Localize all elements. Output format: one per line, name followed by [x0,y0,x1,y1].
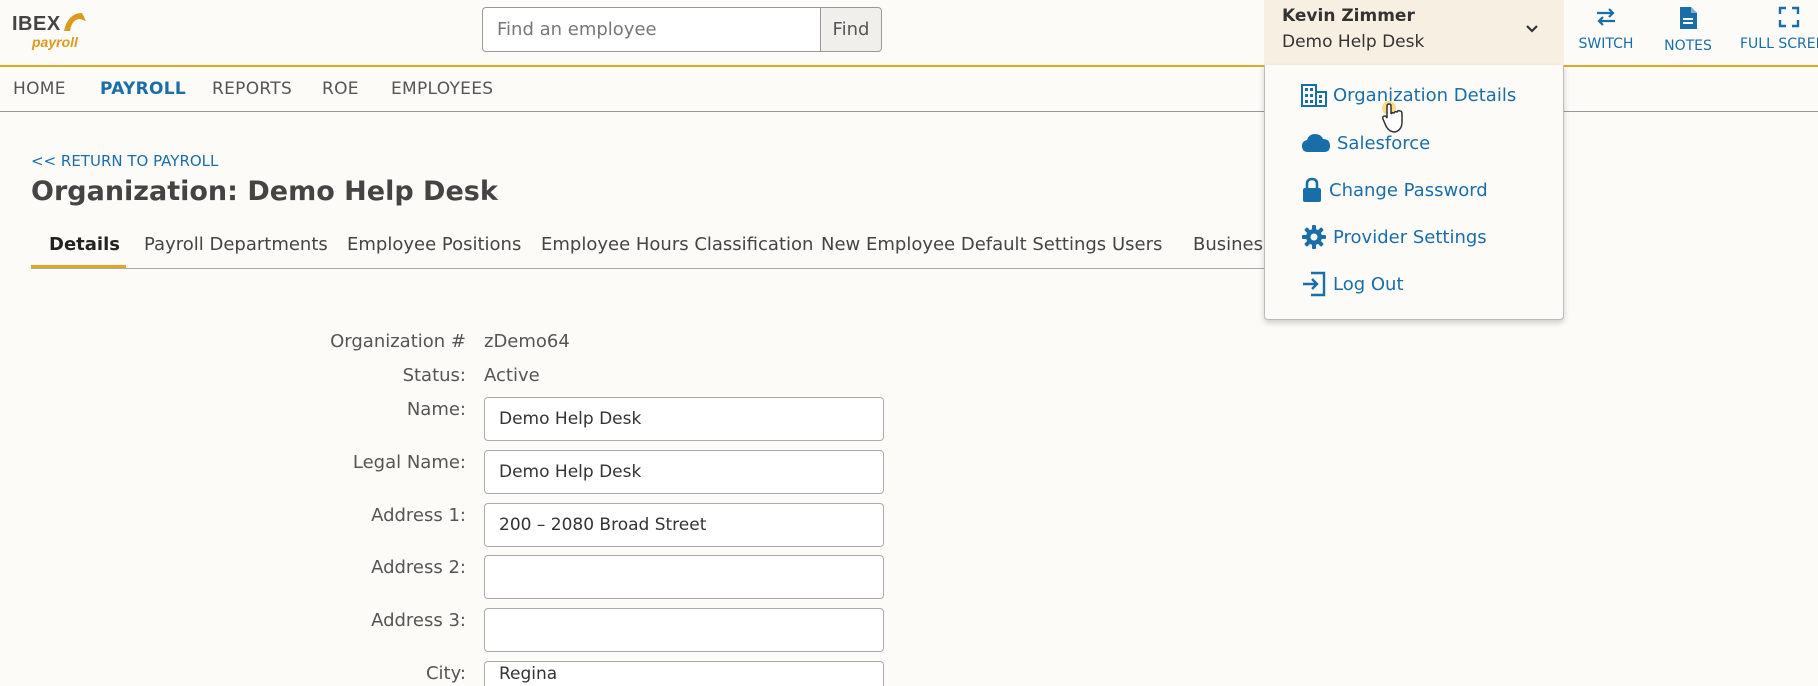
return-to-payroll-link[interactable]: << RETURN TO PAYROLL [31,152,218,170]
logo-brand: IBEX [12,13,61,35]
top-header: IBEX payroll Find Kevin Zimmer Demo Help… [0,0,1818,67]
address3-label: Address 3: [371,610,466,631]
org-number-label: Organization # [330,331,466,352]
menu-item-provider-settings[interactable]: Provider Settings [1301,222,1487,252]
chevron-down-icon [1526,25,1538,33]
org-number-value: zDemo64 [484,331,570,352]
find-button[interactable]: Find [820,7,882,52]
user-organization: Demo Help Desk [1282,32,1425,52]
hand-pointer-cursor-icon [1382,101,1403,133]
address1-input[interactable] [484,503,884,547]
legal-name-input[interactable] [484,450,884,494]
menu-item-label: Log Out [1333,273,1404,295]
city-input[interactable] [484,661,884,686]
tab-new-employee-default-settings[interactable]: New Employee Default Settings [821,234,1106,255]
fullscreen-icon [1778,6,1800,28]
status-value: Active [484,365,540,386]
full-screen-label: FULL SCREEN [1740,36,1818,52]
switch-button[interactable]: SWITCH [1578,6,1634,52]
ibex-payroll-logo[interactable]: IBEX payroll [12,9,86,53]
menu-item-log-out[interactable]: Log Out [1301,269,1404,299]
document-icon [1680,7,1697,29]
address3-input[interactable] [484,608,884,652]
organization-tabs: Details Payroll Departments Employee Pos… [31,225,1271,269]
page-title: Organization: Demo Help Desk [31,176,498,207]
switch-label: SWITCH [1578,36,1634,52]
address1-label: Address 1: [371,505,466,526]
menu-item-label: Provider Settings [1333,226,1487,248]
nav-employees[interactable]: EMPLOYEES [391,79,493,99]
address2-label: Address 2: [371,557,466,578]
active-tab-indicator [31,265,126,268]
user-dropdown-menu: Organization Details Salesforce Change P… [1264,65,1564,320]
logout-icon [1303,271,1326,297]
tab-employee-hours-classification[interactable]: Employee Hours Classification [541,234,813,255]
lock-icon [1303,177,1321,202]
switch-arrows-icon [1597,8,1615,26]
tab-business[interactable]: Business [1193,234,1271,255]
tab-details[interactable]: Details [49,234,120,255]
tab-payroll-departments[interactable]: Payroll Departments [144,234,328,255]
legal-name-label: Legal Name: [352,452,466,473]
menu-item-label: Organization Details [1333,84,1517,106]
user-menu-toggle[interactable]: Kevin Zimmer Demo Help Desk [1264,0,1564,65]
city-label: City: [425,663,466,684]
tab-employee-positions[interactable]: Employee Positions [347,234,521,255]
cloud-icon [1302,134,1330,152]
nav-home[interactable]: HOME [13,79,66,99]
address2-input[interactable] [484,555,884,599]
name-label: Name: [406,399,466,420]
user-name: Kevin Zimmer [1282,6,1415,26]
nav-payroll[interactable]: PAYROLL [100,79,186,99]
full-screen-button[interactable]: FULL SCREEN [1740,6,1818,52]
status-label: Status: [402,365,466,386]
employee-search-input[interactable] [482,7,820,52]
nav-reports[interactable]: REPORTS [212,79,292,99]
notes-button[interactable]: NOTES [1661,6,1715,54]
employee-search: Find [482,7,882,52]
tab-users[interactable]: Users [1112,234,1162,255]
nav-roe[interactable]: ROE [322,79,359,99]
name-input[interactable] [484,397,884,441]
logo-sub: payroll [32,34,78,50]
gear-icon [1302,225,1326,249]
building-icon [1301,84,1327,107]
ibex-horn-icon [64,13,86,31]
menu-item-label: Change Password [1329,179,1488,201]
notes-label: NOTES [1664,38,1712,54]
menu-item-change-password[interactable]: Change Password [1301,175,1488,205]
